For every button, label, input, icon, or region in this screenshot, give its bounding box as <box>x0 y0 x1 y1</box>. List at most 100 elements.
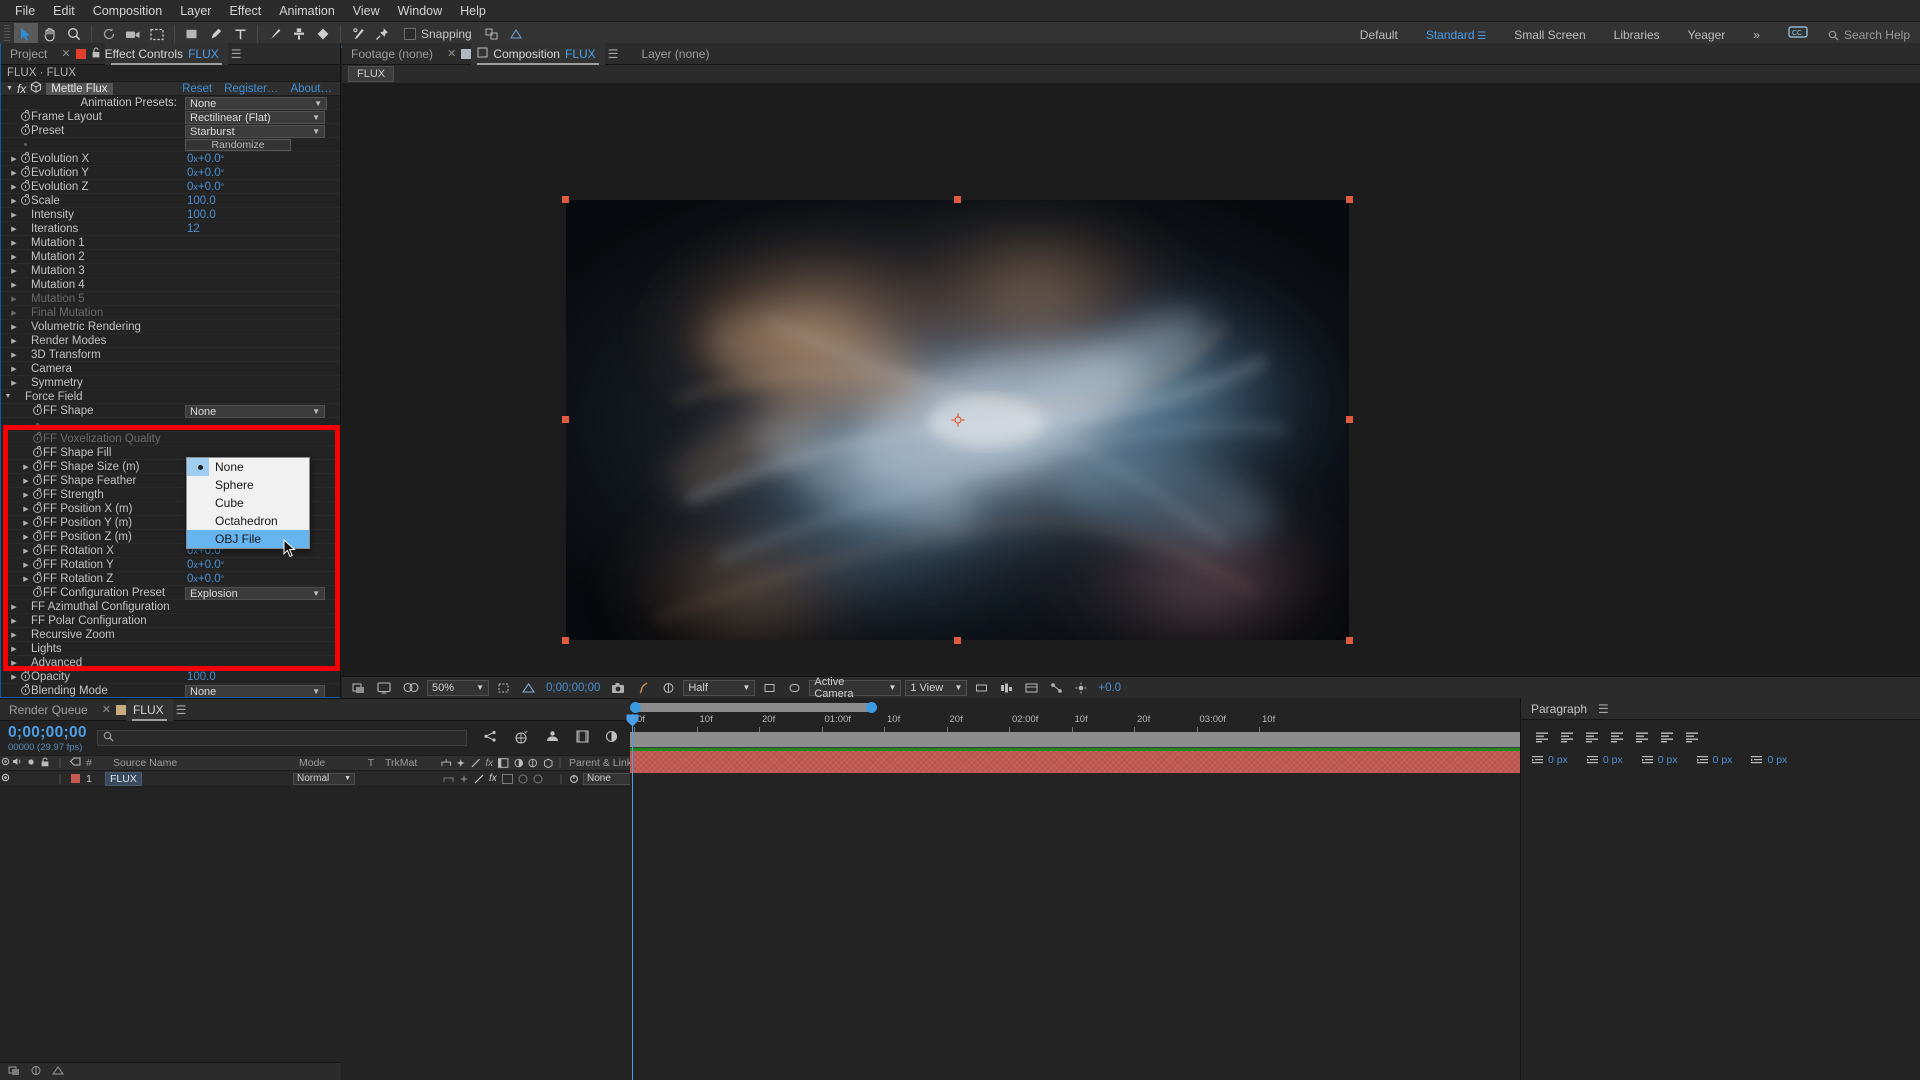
tab-project[interactable]: Project <box>1 43 56 65</box>
stopwatch-icon[interactable] <box>31 448 43 457</box>
time-ruler[interactable]: 0f10f20f01:00f10f20f02:00f10f20f03:00f10… <box>630 698 1520 732</box>
param-value[interactable]: 100.0 <box>187 209 216 221</box>
tab-layer[interactable]: Layer (none) <box>632 43 718 65</box>
twirl-right-icon[interactable]: ▶ <box>21 505 31 513</box>
twirl-down-icon[interactable]: ▼ <box>3 393 13 400</box>
column-parent-link[interactable]: Parent & Link <box>567 757 632 769</box>
param-row-ff-rotation-z[interactable]: ▶FF Rotation Z0x+0.0° <box>1 572 340 586</box>
rotation-tool[interactable] <box>97 23 121 45</box>
param-dropdown[interactable]: None▼ <box>185 97 327 110</box>
param-row-ff-azimuthal-configuration[interactable]: ▶FF Azimuthal Configuration <box>1 600 340 614</box>
menu-item-edit[interactable]: Edit <box>44 2 84 20</box>
timeline-close-icon[interactable]: ✕ <box>102 703 111 716</box>
param-row-mutation-5[interactable]: ▶Mutation 5 <box>1 292 340 306</box>
anchor-point-icon[interactable] <box>951 414 964 427</box>
workspace-menu-icon[interactable]: ☰ <box>1475 31 1487 42</box>
param-row-symmetry[interactable]: ▶Symmetry <box>1 376 340 390</box>
exposure-value[interactable]: +0.0 <box>1095 682 1124 694</box>
param-row-mutation-3[interactable]: ▶Mutation 3 <box>1 264 340 278</box>
video-switch-icon[interactable] <box>0 757 10 769</box>
menu-item-help[interactable]: Help <box>451 2 495 20</box>
twirl-right-icon[interactable]: ▶ <box>9 295 19 303</box>
menu-item-view[interactable]: View <box>344 2 389 20</box>
resize-handle-bm[interactable] <box>954 637 961 644</box>
layer-source-name[interactable]: FLUX <box>105 772 142 786</box>
param-row-lights[interactable]: ▶Lights <box>1 642 340 656</box>
pen-tool[interactable] <box>204 23 228 45</box>
tab-timeline-flux[interactable]: FLUX <box>126 699 173 721</box>
param-row-3d-transform[interactable]: ▶3D Transform <box>1 348 340 362</box>
param-row-evolution-x[interactable]: ▶Evolution X0x+0.0° <box>1 152 340 166</box>
twirl-right-icon[interactable]: ▶ <box>9 169 19 177</box>
paragraph-field-value[interactable]: 0 px <box>1603 754 1623 766</box>
always-preview-icon[interactable] <box>348 679 369 696</box>
views-select[interactable]: 1 View ▼ <box>905 680 967 696</box>
region-of-interest-tool[interactable] <box>145 23 169 45</box>
twirl-right-icon[interactable]: ▶ <box>9 337 19 345</box>
label-column-icon[interactable] <box>67 757 83 769</box>
panel-menu-icon[interactable]: ☰ <box>231 47 242 61</box>
lock-icon[interactable] <box>92 47 100 61</box>
column-index[interactable]: # <box>83 757 95 769</box>
resize-handle-mr[interactable] <box>1346 416 1353 423</box>
transparency-grid-icon[interactable] <box>518 679 539 696</box>
layer-switch-toggles[interactable]: fx <box>437 773 555 784</box>
timeline-search-field[interactable] <box>118 732 445 744</box>
ff-shape-option-sphere[interactable]: Sphere <box>187 476 309 494</box>
shape-tool[interactable] <box>180 23 204 45</box>
param-row-mutation-1[interactable]: ▶Mutation 1 <box>1 236 340 250</box>
param-value[interactable]: 0x+0.0° <box>187 153 224 165</box>
paragraph-panel-menu-icon[interactable]: ☰ <box>1598 702 1609 716</box>
param-value[interactable]: 0x+0.0° <box>187 181 224 193</box>
comp-flowchart-icon[interactable] <box>1046 679 1067 696</box>
stopwatch-icon[interactable] <box>31 490 43 499</box>
twirl-right-icon[interactable]: ▶ <box>9 225 19 233</box>
param-row-ff-polar-configuration[interactable]: ▶FF Polar Configuration <box>1 614 340 628</box>
align-left-icon[interactable] <box>1531 728 1553 746</box>
timeline-panel-menu-icon[interactable]: ☰ <box>176 703 187 717</box>
param-value[interactable]: 100.0 <box>187 671 216 683</box>
stopwatch-icon[interactable] <box>19 154 31 163</box>
work-area-bar[interactable] <box>634 703 872 712</box>
effect-twirl-icon[interactable]: ▼ <box>6 85 13 92</box>
resolution-select[interactable]: Half ▼ <box>683 680 755 696</box>
paragraph-field-value[interactable]: 0 px <box>1767 754 1787 766</box>
twirl-right-icon[interactable]: ▶ <box>21 491 31 499</box>
twirl-right-icon[interactable]: ▶ <box>9 673 19 681</box>
twirl-right-icon[interactable]: ▶ <box>21 547 31 555</box>
param-value[interactable]: 0x+0.0° <box>187 573 224 585</box>
menu-item-window[interactable]: Window <box>389 2 451 20</box>
align-center-icon[interactable] <box>1556 728 1578 746</box>
param-value[interactable]: 0x+0.0° <box>187 559 224 571</box>
param-row-final-mutation[interactable]: ▶Final Mutation <box>1 306 340 320</box>
stopwatch-icon[interactable] <box>19 672 31 681</box>
twirl-right-icon[interactable]: ▶ <box>21 477 31 485</box>
param-row-ff-configuration-preset[interactable]: FF Configuration PresetExplosion▼ <box>1 586 340 600</box>
twirl-right-icon[interactable]: ▶ <box>9 617 19 625</box>
ff-shape-option-cube[interactable]: Cube <box>187 494 309 512</box>
lock-switch-icon[interactable] <box>37 757 53 770</box>
effect-link-reset[interactable]: Reset <box>182 83 212 95</box>
composition-viewer[interactable] <box>342 83 1920 676</box>
motion-blur-status-icon[interactable] <box>52 1065 64 1079</box>
twirl-right-icon[interactable]: ▶ <box>9 211 19 219</box>
stopwatch-icon[interactable] <box>31 518 43 527</box>
twirl-right-icon[interactable]: ▶ <box>9 253 19 261</box>
tab-composition[interactable]: Composition FLUX <box>471 43 604 65</box>
work-area-start-handle[interactable] <box>630 702 641 713</box>
stopwatch-icon[interactable] <box>19 196 31 205</box>
effect-name[interactable]: Mettle Flux <box>46 83 112 95</box>
effect-link-about[interactable]: About… <box>290 83 332 95</box>
justify-last-center-icon[interactable] <box>1631 728 1653 746</box>
ff-shape-option-none[interactable]: None <box>187 458 309 476</box>
draft-3d-icon[interactable] <box>514 730 529 747</box>
twirl-right-icon[interactable]: ▶ <box>9 631 19 639</box>
param-row-evolution-y[interactable]: ▶Evolution Y0x+0.0° <box>1 166 340 180</box>
effect-link-register[interactable]: Register… <box>224 83 278 95</box>
composition-panel-menu-icon[interactable]: ☰ <box>608 47 619 61</box>
zoom-level-select[interactable]: 50% ▼ <box>427 680 489 696</box>
audio-switch-icon[interactable] <box>10 757 24 769</box>
playhead[interactable] <box>632 714 633 1080</box>
stereo-3d-icon[interactable] <box>399 679 423 696</box>
twirl-right-icon[interactable]: ▶ <box>9 155 19 163</box>
